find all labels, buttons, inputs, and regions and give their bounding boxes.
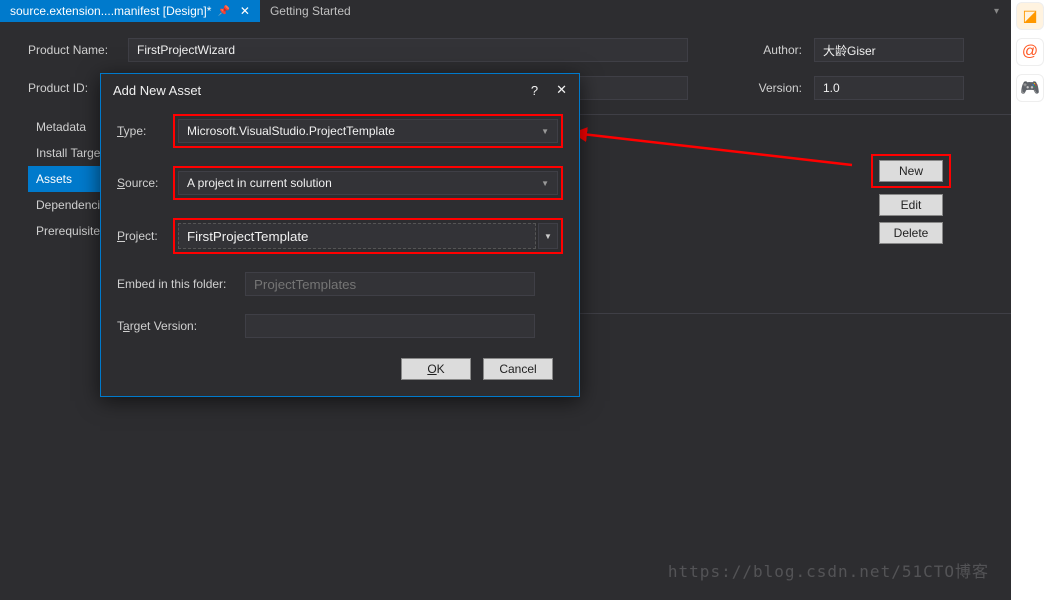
product-name-label: Product Name: [28, 43, 116, 57]
project-dropdown-button[interactable]: ▼ [538, 223, 558, 249]
chevron-down-icon: ▼ [541, 127, 549, 136]
project-input[interactable] [178, 223, 536, 249]
source-highlight: A project in current solution ▼ [173, 166, 563, 200]
source-value: A project in current solution [187, 176, 332, 190]
dialog-title: Add New Asset [113, 83, 201, 98]
tab-manifest[interactable]: source.extension....manifest [Design]* 📌… [0, 0, 260, 22]
tab-label: Getting Started [270, 4, 351, 18]
product-name-input[interactable] [128, 38, 688, 62]
type-highlight: Microsoft.VisualStudio.ProjectTemplate ▼ [173, 114, 563, 148]
project-highlight: ▼ [173, 218, 563, 254]
source-combo[interactable]: A project in current solution ▼ [178, 171, 558, 195]
project-label: Project: [117, 229, 173, 243]
type-combo[interactable]: Microsoft.VisualStudio.ProjectTemplate ▼ [178, 119, 558, 143]
cancel-button[interactable]: Cancel [483, 358, 553, 380]
tab-bar: source.extension....manifest [Design]* 📌… [0, 0, 1049, 22]
pin-icon[interactable]: 📌 [217, 6, 229, 17]
help-icon[interactable]: ? [531, 83, 538, 98]
game-icon[interactable]: 🎮 [1016, 74, 1044, 102]
embed-input[interactable] [245, 272, 535, 296]
delete-button[interactable]: Delete [879, 222, 943, 244]
author-label: Author: [742, 43, 802, 57]
tab-getting-started[interactable]: Getting Started [260, 0, 361, 22]
ok-button[interactable]: OK [401, 358, 471, 380]
tab-label: source.extension....manifest [Design]* [10, 4, 211, 18]
new-highlight: New [871, 154, 951, 188]
close-icon[interactable]: ✕ [556, 82, 567, 98]
edit-button[interactable]: Edit [879, 194, 943, 216]
type-label: Type: [117, 124, 173, 138]
close-icon[interactable]: ✕ [240, 4, 250, 18]
version-input[interactable] [814, 76, 964, 100]
author-input[interactable] [814, 38, 964, 62]
right-icon-strip: ◪ @ 🎮 [1011, 0, 1049, 600]
at-icon[interactable]: @ [1016, 38, 1044, 66]
target-version-input[interactable] [245, 314, 535, 338]
asset-buttons: New Edit Delete [871, 154, 951, 244]
app-icon[interactable]: ◪ [1016, 2, 1044, 30]
new-button[interactable]: New [879, 160, 943, 182]
chevron-down-icon: ▼ [541, 179, 549, 188]
type-value: Microsoft.VisualStudio.ProjectTemplate [187, 124, 395, 138]
watermark: https://blog.csdn.net/51CTO博客 [668, 558, 989, 582]
version-label: Version: [742, 81, 802, 95]
embed-label: Embed in this folder: [117, 277, 245, 291]
add-new-asset-dialog: Add New Asset ? ✕ Type: Microsoft.Visual… [100, 73, 580, 397]
target-version-label: Target Version: [117, 319, 245, 333]
source-label: Source: [117, 176, 173, 190]
